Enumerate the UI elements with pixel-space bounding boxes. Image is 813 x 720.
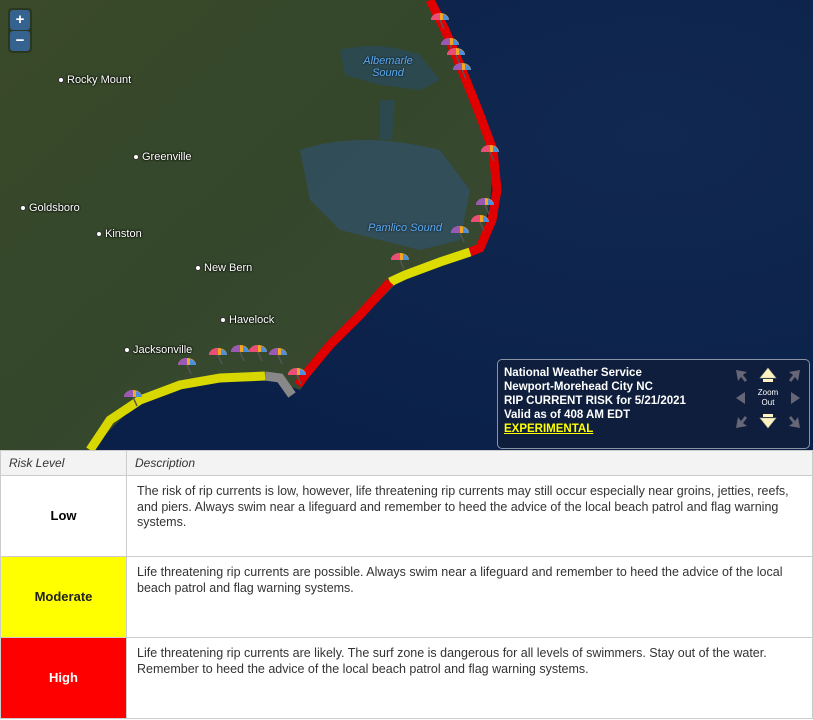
risk-level-low: Low (0, 475, 127, 557)
zoom-out-button[interactable]: − (10, 31, 30, 51)
city-name: New Bern (204, 262, 253, 274)
risk-description: Life threatening rip currents are possib… (126, 556, 813, 638)
city-label: Goldsboro (20, 202, 80, 214)
city-dot-icon (96, 231, 102, 238)
city-label: New Bern (195, 262, 252, 274)
water-label-albemarle: Albemarle Sound (363, 55, 413, 79)
header-risk-level: Risk Level (0, 450, 127, 476)
zoom-out-label: Zoom Out (757, 388, 779, 407)
zoom-in-arrow-icon[interactable] (759, 367, 777, 383)
experimental-link[interactable]: EXPERIMENTAL (504, 423, 593, 435)
city-label: Rocky Mount (58, 74, 131, 86)
city-dot-icon (58, 77, 64, 84)
zoom-control: + − (8, 8, 32, 53)
city-dot-icon (20, 205, 26, 212)
risk-date: RIP CURRENT RISK for 5/21/2021 (504, 395, 686, 407)
zoom-in-button[interactable]: + (10, 10, 30, 30)
table-row: Low The risk of rip currents is low, how… (0, 475, 813, 557)
risk-level-high: High (0, 637, 127, 719)
city-name: Kinston (105, 228, 142, 240)
city-label: Kinston (96, 228, 142, 240)
city-name: Greenville (142, 151, 192, 163)
table-row: Moderate Life threatening rip currents a… (0, 556, 813, 638)
map-view[interactable]: Rocky Mount Greenville Goldsboro Kinston… (0, 0, 813, 450)
pan-southeast-icon[interactable] (787, 415, 801, 429)
city-dot-icon (133, 154, 139, 161)
agency-name: National Weather Service (504, 367, 642, 379)
risk-level-moderate: Moderate (0, 556, 127, 638)
city-dot-icon (195, 265, 201, 272)
city-label: Havelock (220, 314, 274, 326)
pan-east-icon[interactable] (787, 391, 801, 405)
city-label: Jacksonville (124, 344, 192, 356)
risk-description: The risk of rip currents is low, however… (126, 475, 813, 557)
pan-west-icon[interactable] (735, 391, 749, 405)
pan-zoom-navigator: Zoom Out (735, 365, 801, 433)
water-label-pamlico: Pamlico Sound (368, 222, 442, 234)
zoom-out-arrow-icon[interactable] (759, 413, 777, 429)
city-name: Jacksonville (133, 344, 193, 356)
table-header-row: Risk Level Description (0, 450, 813, 476)
city-name: Goldsboro (29, 202, 80, 214)
pan-southwest-icon[interactable] (735, 415, 749, 429)
pan-northwest-icon[interactable] (735, 369, 749, 383)
risk-level-table: Risk Level Description Low The risk of r… (0, 450, 813, 719)
city-label: Greenville (133, 151, 192, 163)
valid-time: Valid as of 408 AM EDT (504, 409, 631, 421)
office-name: Newport-Morehead City NC (504, 381, 653, 393)
table-row: High Life threatening rip currents are l… (0, 637, 813, 719)
city-dot-icon (220, 317, 226, 324)
city-name: Rocky Mount (67, 74, 132, 86)
city-name: Havelock (229, 314, 275, 326)
header-description: Description (126, 450, 813, 476)
pan-northeast-icon[interactable] (787, 369, 801, 383)
risk-description: Life threatening rip currents are likely… (126, 637, 813, 719)
city-dot-icon (124, 347, 130, 354)
